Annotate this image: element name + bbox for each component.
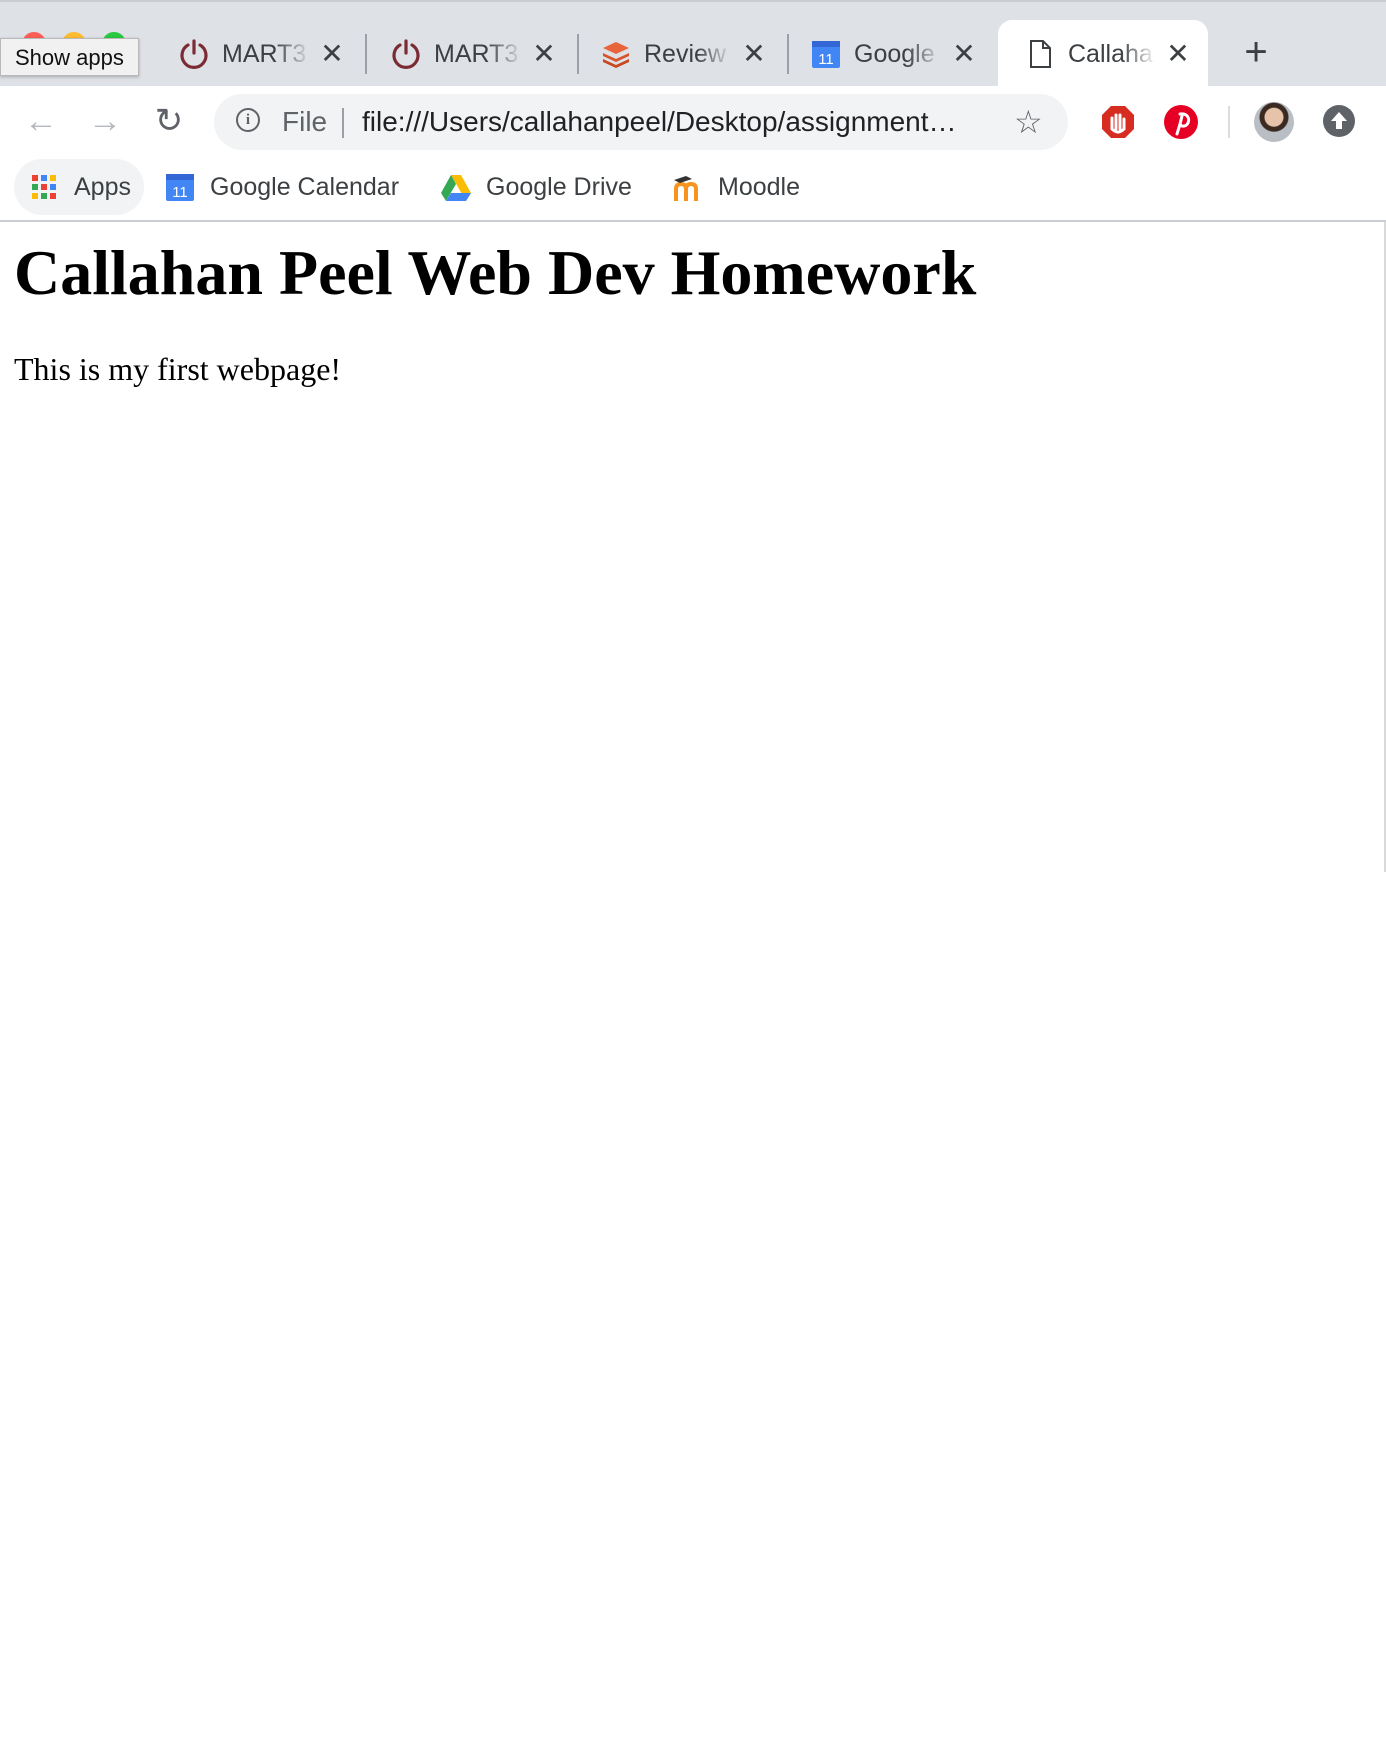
browser-window: Show apps MART3 ✕ MART3 ✕ Review ✕ 11 Go…: [0, 0, 1386, 1742]
tab-close-icon[interactable]: ✕: [318, 40, 346, 68]
power-icon: [392, 39, 420, 69]
tab-close-icon[interactable]: ✕: [1164, 40, 1192, 68]
bookmark-apps[interactable]: Apps: [14, 159, 144, 215]
bookmark-label: Moodle: [718, 173, 800, 201]
tab-close-icon[interactable]: ✕: [740, 40, 768, 68]
adblock-icon[interactable]: [1100, 104, 1136, 140]
bookmark-label: Apps: [74, 173, 131, 201]
bookmark-label: Google Drive: [486, 173, 632, 201]
bookmark-star-icon[interactable]: ☆: [1014, 104, 1043, 140]
profile-avatar[interactable]: [1254, 102, 1294, 142]
address-bar[interactable]: i File file:///Users/callahanpeel/Deskto…: [214, 94, 1068, 150]
tab-label: Google: [854, 40, 935, 68]
reload-button[interactable]: ↻: [148, 100, 190, 142]
tab-close-icon[interactable]: ✕: [950, 40, 978, 68]
forward-button[interactable]: →: [84, 100, 126, 142]
tab-close-icon[interactable]: ✕: [530, 40, 558, 68]
back-button[interactable]: ←: [20, 100, 62, 142]
scheme-label: File: [282, 106, 328, 137]
info-icon[interactable]: i: [236, 108, 260, 132]
omnibox-separator: [342, 108, 344, 138]
tab-label: Callaha: [1068, 40, 1153, 68]
apps-grid-icon: [32, 175, 56, 199]
power-icon: [180, 39, 208, 69]
url-text[interactable]: file:///Users/callahanpeel/Desktop/assig…: [362, 106, 957, 138]
page-paragraph: This is my first webpage!: [14, 351, 342, 387]
calendar-icon: 11: [812, 41, 840, 68]
tab-label: Review: [644, 40, 726, 68]
tab-mart3-1[interactable]: MART3 ✕: [152, 20, 362, 88]
tab-label: MART3: [434, 40, 519, 68]
tab-mart3-2[interactable]: MART3 ✕: [364, 20, 574, 88]
page-content: Callahan Peel Web Dev Homework This is m…: [0, 222, 1384, 1742]
bookmark-label: Google Calendar: [210, 173, 400, 201]
tab-callahan-active[interactable]: Callaha ✕: [998, 20, 1208, 88]
tab-review[interactable]: Review ✕: [574, 20, 784, 88]
calendar-date-label: 11: [172, 184, 188, 201]
bookmark-google-drive[interactable]: Google Drive: [426, 159, 656, 215]
tab-strip: Show apps MART3 ✕ MART3 ✕ Review ✕ 11 Go…: [0, 0, 1386, 88]
toolbar: ← → ↻ i File file:///Users/callahanpeel/…: [0, 86, 1386, 156]
calendar-date-label: 11: [818, 51, 834, 68]
drive-icon: [441, 175, 471, 201]
tab-label: MART3: [222, 40, 307, 68]
calendar-icon: 11: [166, 174, 194, 201]
document-icon: [1030, 40, 1051, 68]
toolbar-separator: [1228, 106, 1230, 138]
show-apps-tooltip: Show apps: [0, 38, 139, 76]
bookmark-google-calendar[interactable]: 11 Google Calendar: [150, 159, 410, 215]
bookmark-moodle[interactable]: Moodle: [658, 159, 828, 215]
update-icon[interactable]: [1322, 104, 1356, 138]
bookmarks-bar: Apps 11 Google Calendar Google Drive Moo…: [0, 156, 1386, 222]
pinterest-icon[interactable]: [1163, 104, 1199, 140]
tab-google-calendar[interactable]: 11 Google ✕: [784, 20, 994, 88]
new-tab-button[interactable]: +: [1238, 32, 1274, 72]
layers-icon: [603, 42, 629, 68]
moodle-icon: [674, 176, 698, 201]
page-title: Callahan Peel Web Dev Homework: [14, 237, 977, 308]
